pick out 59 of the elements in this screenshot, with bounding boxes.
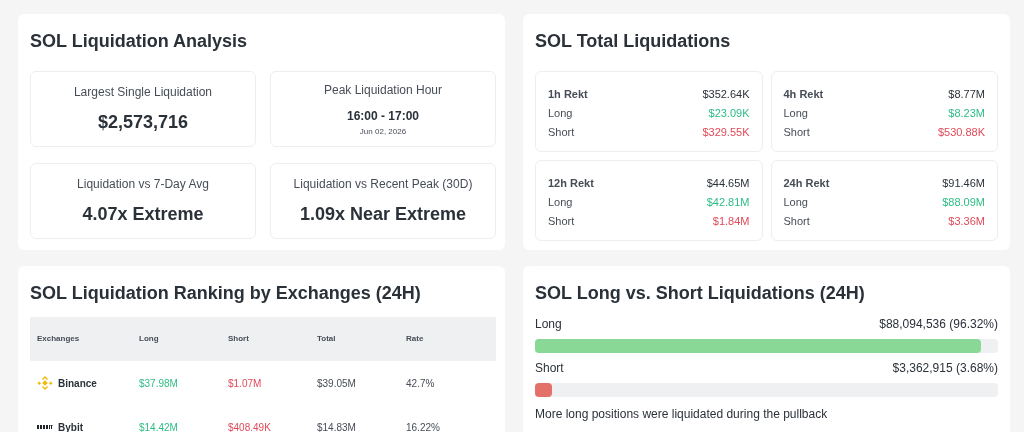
stat-value: 1.09x Near Extreme	[299, 202, 467, 226]
row-value: $23.09K	[708, 106, 750, 121]
row-label: Long	[783, 195, 808, 210]
row-value: $91.46M	[942, 176, 985, 191]
table-cell-text: 42.7%	[406, 376, 436, 391]
row-label: Short	[548, 214, 575, 229]
table-cell-text: $14.83M	[317, 420, 357, 432]
row-value: $530.88K	[937, 125, 985, 140]
row-label: 24h Rekt	[783, 176, 830, 191]
row-label: Short	[783, 125, 810, 140]
stat-label: Largest Single Liquidation	[73, 83, 213, 101]
bar-reading: $88,094,536 (96.32%)	[879, 316, 998, 333]
row-value: $352.64K	[702, 87, 750, 102]
column-header: Rate	[406, 333, 425, 345]
row-value: $8.23M	[948, 106, 985, 121]
table-cell-text: $1.07M	[228, 376, 263, 391]
table-cell-text: $39.05M	[317, 376, 357, 391]
row-value: $42.81M	[706, 195, 750, 210]
panel-title: SOL Liquidation Ranking by Exchanges (24H)	[30, 282, 422, 305]
column-header: Exchanges	[37, 333, 81, 345]
panel-title: SOL Total Liquidations	[535, 30, 732, 53]
stat-date: Jun 02, 2026	[359, 125, 407, 138]
row-value: $44.65M	[706, 176, 750, 191]
stat-value: 4.07x Extreme	[82, 202, 204, 226]
row-value: $1.84M	[712, 214, 750, 229]
row-label: Long	[548, 195, 573, 210]
exchange-name: Binance	[58, 376, 97, 391]
exchange-name: Bybit	[58, 420, 83, 432]
row-label: 1h Rekt	[548, 87, 588, 102]
column-header: Short	[228, 333, 250, 345]
bar-reading: $3,362,915 (3.68%)	[892, 360, 998, 377]
table-cell-text: $14.42M	[139, 420, 179, 432]
stat-label: Peak Liquidation Hour	[323, 81, 443, 99]
row-label: Short	[548, 125, 575, 140]
row-value: $3.36M	[948, 214, 985, 229]
stat-value: $2,573,716	[97, 110, 189, 134]
bar-label: Long	[535, 316, 562, 333]
column-header: Long	[139, 333, 160, 345]
bar-label: Short	[535, 360, 564, 377]
stat-label: Liquidation vs Recent Peak (30D)	[293, 175, 473, 193]
stat-value: 16:00 - 17:00	[346, 107, 419, 125]
table-cell-text: 16.22%	[406, 420, 441, 432]
panel-title: SOL Long vs. Short Liquidations (24H)	[535, 282, 866, 305]
row-value: $8.77M	[948, 87, 985, 102]
row-label: 12h Rekt	[548, 176, 594, 191]
table-cell-text: $37.98M	[139, 376, 179, 391]
note-text: More long positions were liquidated during the pullback	[535, 406, 829, 423]
row-label: Long	[548, 106, 573, 121]
column-header: Total	[317, 333, 337, 345]
exchange-logo-icon	[37, 424, 53, 430]
row-value: $88.09M	[942, 195, 985, 210]
row-label: Short	[783, 214, 810, 229]
row-value: $329.55K	[702, 125, 750, 140]
row-label: 4h Rekt	[783, 87, 824, 102]
panel-title: SOL Liquidation Analysis	[30, 30, 249, 53]
table-cell-text: $408.49K	[228, 420, 272, 432]
stat-label: Liquidation vs 7-Day Avg	[77, 175, 209, 193]
exchange-logo-icon	[37, 375, 53, 391]
row-label: Long	[783, 106, 808, 121]
